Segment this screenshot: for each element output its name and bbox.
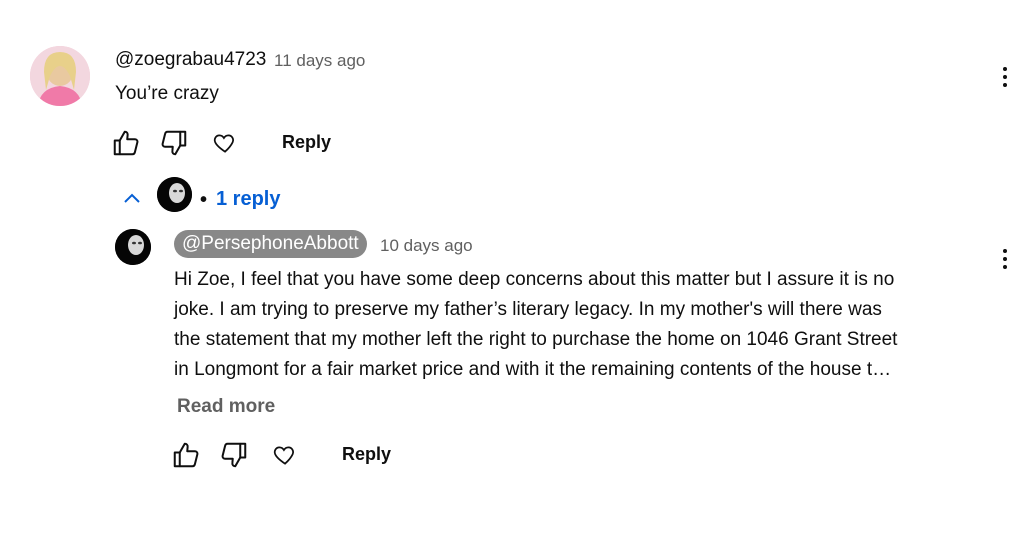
replies-avatar (157, 177, 192, 212)
reply-reply-button[interactable]: Reply (342, 444, 391, 465)
comment-avatar[interactable] (30, 46, 90, 106)
thumbs-down-icon (221, 442, 247, 468)
heart-icon (213, 134, 234, 153)
chevron-up-icon (124, 193, 140, 203)
comment-menu-button[interactable] (993, 62, 1017, 92)
more-vert-icon (1003, 249, 1007, 253)
reply-like-button[interactable] (169, 438, 203, 472)
reply-text-line: Hi Zoe, I feel that you have some deep c… (174, 269, 895, 290)
collapse-replies-button[interactable] (115, 182, 149, 216)
thumbs-down-icon (161, 130, 187, 156)
comment-text: You’re crazy (115, 83, 219, 104)
comment-like-button[interactable] (109, 126, 143, 160)
comment-heart-button[interactable] (208, 126, 242, 160)
more-vert-icon (1003, 67, 1007, 71)
comment-dislike-button[interactable] (157, 126, 191, 160)
comment-reply-button[interactable]: Reply (282, 132, 331, 153)
reply-timestamp[interactable]: 10 days ago (380, 236, 473, 256)
reply-dislike-button[interactable] (217, 438, 251, 472)
reply-menu-button[interactable] (993, 244, 1017, 274)
reply-avatar[interactable] (115, 229, 151, 265)
reply-heart-button[interactable] (268, 438, 302, 472)
reply-author-badge[interactable]: @PersephoneAbbott (174, 230, 367, 258)
comment-author[interactable]: @zoegrabau4723 (115, 49, 266, 71)
reply-text-line: the statement that my mother left the ri… (174, 329, 898, 350)
heart-icon (273, 446, 294, 465)
thumbs-up-icon (173, 442, 199, 468)
reply-text-line: joke. I am trying to preserve my father’… (174, 299, 882, 320)
replies-separator: • (200, 189, 208, 211)
reply-text-line: in Longmont for a fair market price and … (174, 359, 892, 380)
comment-timestamp[interactable]: 11 days ago (274, 51, 365, 71)
read-more-button[interactable]: Read more (177, 396, 275, 418)
reply-text: Hi Zoe, I feel that you have some deep c… (174, 265, 994, 385)
thumbs-up-icon (113, 130, 139, 156)
replies-count-toggle[interactable]: 1 reply (216, 188, 280, 211)
